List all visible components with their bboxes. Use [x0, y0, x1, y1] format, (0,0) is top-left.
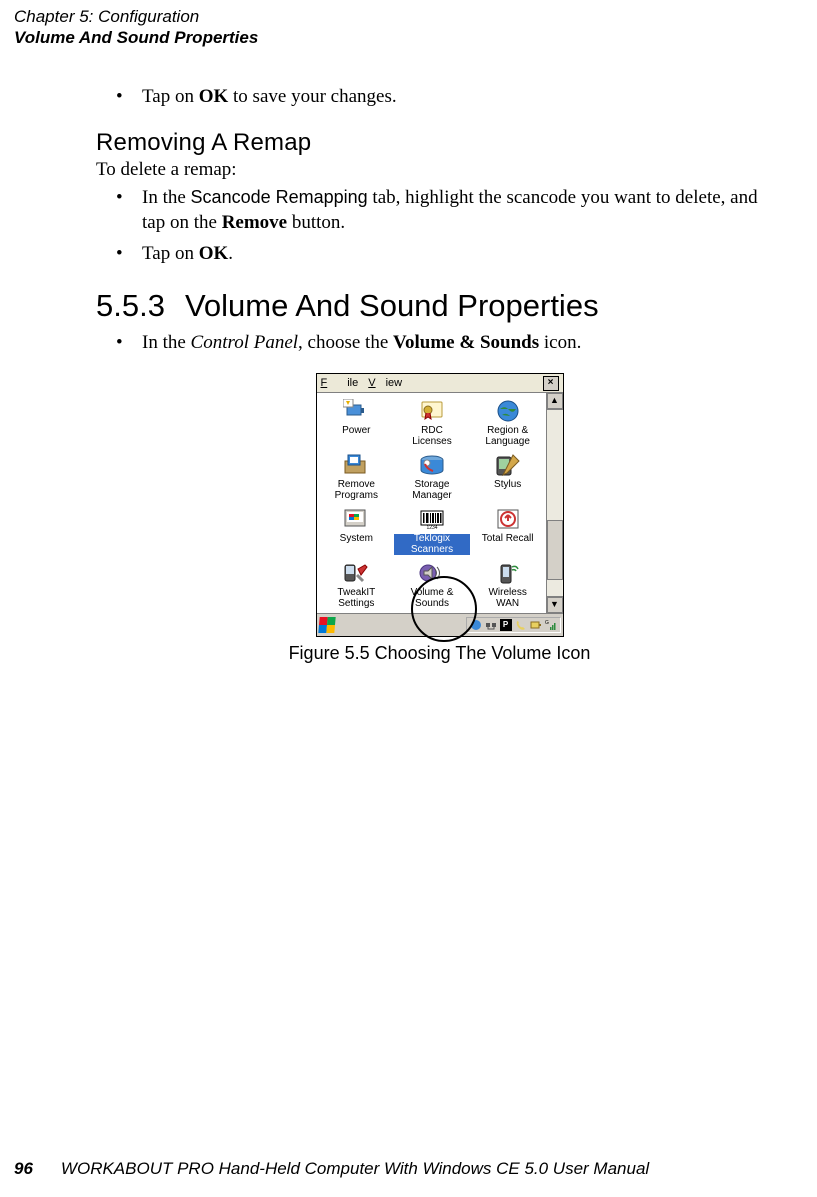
tray-battery-icon: [530, 619, 542, 631]
cpl-region-language[interactable]: Region & Language: [470, 397, 546, 449]
close-button[interactable]: ×: [543, 376, 559, 391]
tray-network-icon: [485, 619, 497, 631]
cpl-volume-sounds[interactable]: Volume & Sounds: [394, 559, 470, 611]
cpl-remove-programs[interactable]: Remove Programs: [319, 451, 395, 503]
footer: 96 WORKABOUT PRO Hand-Held Computer With …: [14, 1159, 649, 1179]
icon-grid: Power RDC Licenses Regio: [317, 393, 546, 613]
svg-text:1234: 1234: [426, 525, 437, 531]
tray-phone-icon: [515, 619, 527, 631]
bullet-tap-ok: Tap on OK.: [96, 241, 783, 266]
cpl-rdc-licenses[interactable]: RDC Licenses: [394, 397, 470, 449]
bullet-control-panel: In the Control Panel, choose the Volume …: [96, 330, 783, 355]
running-header: Chapter 5: Configuration Volume And Soun…: [14, 6, 258, 49]
header-section: Volume And Sound Properties: [14, 27, 258, 48]
section-title: Volume And Sound Properties: [185, 288, 599, 323]
subheading-removing-remap: Removing A Remap: [96, 129, 783, 157]
remove-programs-icon: [340, 451, 372, 479]
page-number: 96: [14, 1159, 33, 1178]
tweakit-icon: [340, 559, 372, 587]
menu-view[interactable]: View: [368, 377, 402, 389]
section-number: 5.5.3: [96, 288, 165, 324]
sub-intro: To delete a remap:: [96, 159, 783, 181]
scroll-track[interactable]: [547, 409, 563, 597]
tray-globe-icon: [470, 619, 482, 631]
scroll-up[interactable]: ▲: [547, 393, 563, 409]
license-icon: [416, 397, 448, 425]
section-heading: 5.5.3 Volume And Sound Properties: [96, 288, 783, 324]
storage-icon: [416, 451, 448, 479]
scroll-thumb[interactable]: [547, 520, 563, 580]
tray-p-badge: P: [500, 619, 512, 631]
menu-file[interactable]: File: [321, 377, 359, 389]
figure-wrap: File View × Power: [96, 373, 783, 664]
barcode-icon: 1234: [416, 505, 448, 533]
bullet-save-changes: Tap on OK to save your changes.: [96, 84, 783, 109]
cpl-teklogix-scanners[interactable]: 1234 Teklogix Scanners: [394, 505, 470, 557]
menubar[interactable]: File View ×: [317, 374, 563, 393]
cpl-wireless-wan[interactable]: Wireless WAN: [470, 559, 546, 611]
stylus-icon: [492, 451, 524, 479]
cpl-storage-manager[interactable]: Storage Manager: [394, 451, 470, 503]
speaker-icon: [416, 559, 448, 587]
cpl-tweakit-settings[interactable]: TweakIT Settings: [319, 559, 395, 611]
wireless-wan-icon: [492, 559, 524, 587]
cpl-total-recall[interactable]: Total Recall: [470, 505, 546, 557]
tray-signal-icon: G: [545, 619, 557, 631]
system-icon: [340, 505, 372, 533]
bullet-remove: In the Scancode Remapping tab, highlight…: [96, 185, 783, 235]
power-icon: [340, 397, 372, 425]
svg-text:G: G: [545, 620, 549, 626]
system-tray[interactable]: P G: [466, 617, 561, 633]
body-content: Tap on OK to save your changes. Removing…: [96, 80, 783, 664]
cpl-power[interactable]: Power: [319, 397, 395, 449]
cpl-system[interactable]: System: [319, 505, 395, 557]
footer-text: WORKABOUT PRO Hand-Held Computer With Wi…: [61, 1159, 649, 1178]
globe-icon: [492, 397, 524, 425]
scroll-down[interactable]: ▼: [547, 597, 563, 613]
cpl-stylus[interactable]: Stylus: [470, 451, 546, 503]
header-chapter: Chapter 5: Configuration: [14, 6, 258, 27]
start-button[interactable]: [318, 617, 335, 633]
control-panel-screenshot: File View × Power: [316, 373, 564, 637]
figure-caption: Figure 5.5 Choosing The Volume Icon: [96, 643, 783, 664]
total-recall-icon: [492, 505, 524, 533]
taskbar[interactable]: P G: [317, 613, 563, 636]
scrollbar[interactable]: ▲ ▼: [546, 393, 563, 613]
